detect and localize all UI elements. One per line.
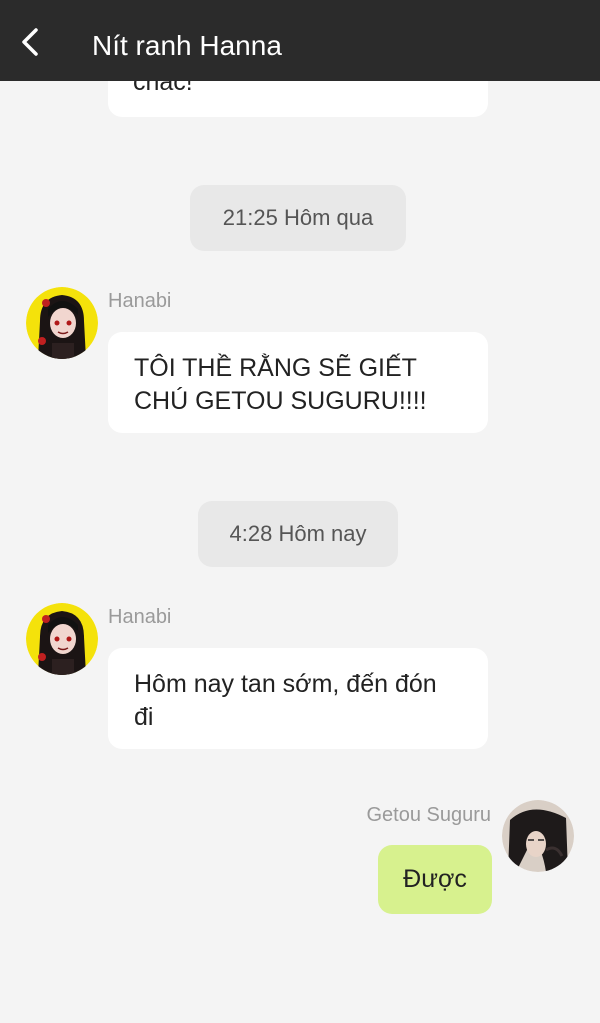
my-message-bubble[interactable]: Được (378, 845, 492, 914)
sender-name: Getou Suguru (366, 804, 491, 826)
message-bubble[interactable]: TÔI THỀ RẰNG SẼ GIẾT CHÚ GETOU SUGURU!!!… (108, 332, 488, 433)
message-text: TÔI THỀ RẰNG SẼ GIẾT CHÚ GETOU SUGURU!!!… (134, 354, 427, 415)
hanabi-avatar[interactable] (26, 603, 98, 675)
message-text: Hôm nay tan sớm, đến đón đi (134, 670, 437, 731)
timestamp-divider: 4:28 Hôm nay (198, 501, 398, 567)
back-button[interactable] (12, 24, 48, 60)
message-text: Được (403, 865, 467, 893)
chevron-left-icon (22, 28, 38, 56)
sender-name: Hanabi (108, 290, 172, 312)
getou-avatar[interactable] (502, 800, 574, 872)
hanabi-avatar[interactable] (26, 287, 98, 359)
timestamp-divider: 21:25 Hôm qua (190, 185, 406, 251)
chat-header: Nít ranh Hanna (0, 0, 600, 81)
message-bubble[interactable]: Hôm nay tan sớm, đến đón đi (108, 648, 488, 749)
chat-title: Nít ranh Hanna (92, 30, 282, 61)
timestamp-label: 21:25 Hôm qua (222, 205, 374, 230)
timestamp-label: 4:28 Hôm nay (229, 521, 367, 546)
sender-name: Hanabi (108, 606, 172, 628)
